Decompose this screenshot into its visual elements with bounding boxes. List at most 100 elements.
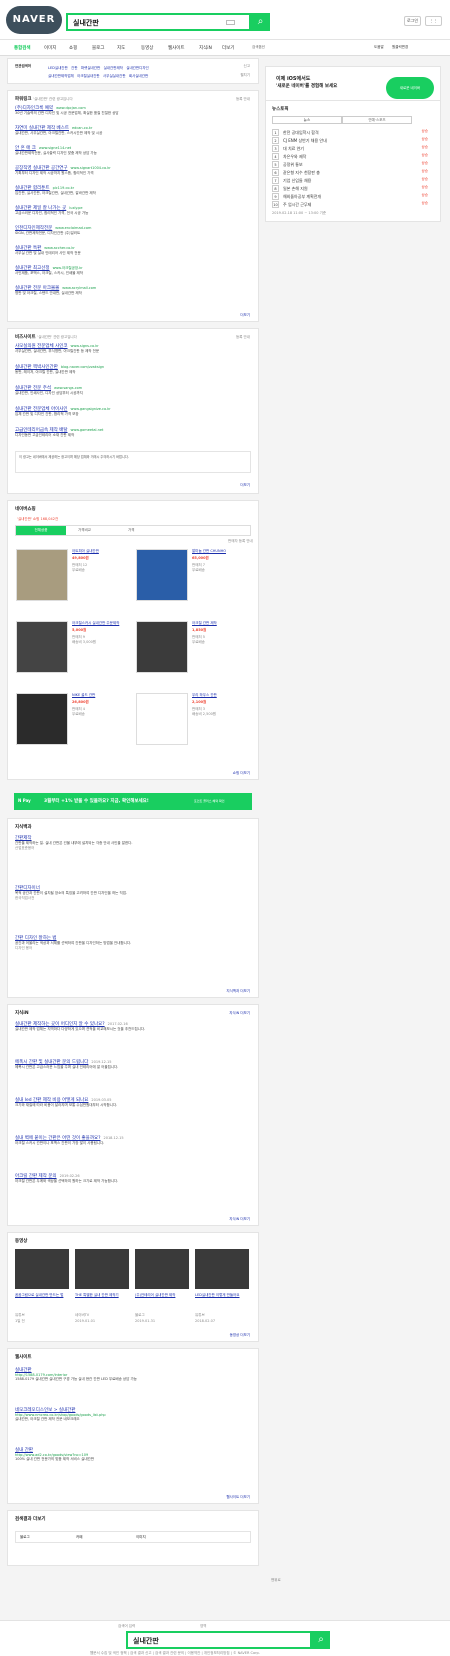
tab-price[interactable]: 가격 [128,528,134,533]
rank-item[interactable]: 7 기업 신입들 채용 상승 [272,177,432,185]
related-item[interactable]: LED실내간판 [48,66,68,70]
register-guide[interactable]: 등록 안내 [236,335,250,340]
video-title-link[interactable]: LED실내간판 이렇게 만들어요 [195,1293,249,1298]
one-click-link[interactable]: 원클릭변경 [392,45,408,50]
related-item[interactable]: 실내간판제작 [104,66,123,70]
video-title-link[interactable]: (주)안테리어 실내간판 제작 [135,1293,189,1298]
product-image[interactable] [136,693,188,745]
top-link[interactable]: 맨위로 [271,1578,281,1583]
related-item[interactable]: 사무실실내간판 [103,74,126,78]
product-image[interactable] [16,693,68,745]
news-tab[interactable]: 뉴스 [272,116,342,124]
footer-search-box[interactable]: 실내간판 [126,1631,312,1649]
sports-tab[interactable]: 연예·스포츠 [342,116,412,124]
ad-url[interactable]: www.sangs.com [54,386,82,390]
rank-item[interactable]: 8 일본 손해 지원 상승 [272,185,432,193]
ad-url[interactable]: www.accher.co.kr [44,246,75,250]
kin-more-top[interactable]: 지식iN 더보기 [229,1011,250,1016]
video-title-link[interactable]: 꼼꼼그림으로 실내간판 만드는 법 [15,1293,69,1298]
footer-search-button[interactable]: ⌕ [312,1631,330,1649]
footer-search-input[interactable]: 실내간판 [133,1636,159,1646]
report-link[interactable]: 신고 [244,64,250,69]
related-item[interactable]: 아크릴실내간판 [77,74,100,78]
ad-url[interactable]: www.gangsignize.co.kr [71,407,111,411]
product-image[interactable] [136,621,188,673]
tab-all-products[interactable]: 전체상품 [16,526,66,535]
product-image[interactable] [16,549,68,601]
related-item[interactable]: 간판 [71,66,77,70]
tab-kin[interactable]: 지식iN [199,45,212,51]
video-thumbnail[interactable] [135,1249,189,1289]
product-image[interactable] [136,549,188,601]
video-title-link[interactable]: THE 특별한 실내 간판 제작기 [75,1293,129,1298]
video-thumbnail[interactable] [195,1249,249,1289]
search-input[interactable]: 실내간판 [73,18,99,28]
tab-blog[interactable]: 블로그 [92,45,104,51]
menu-button[interactable]: ⋮⋮ [425,16,442,26]
ios-promo[interactable]: 이제 iOS에서도 '새로운 네이버'를 경험해 보세요 새로운 네이버 [265,66,441,104]
tab-shopping[interactable]: 쇼핑 [69,45,77,51]
rank-item[interactable]: 5 공정위 통보 상승 [272,161,432,169]
ad-url[interactable]: www.signart1004.co.kr [71,166,111,170]
footer-links[interactable]: 웹문서 수집 및 색인 정책 | 검색 결과 신고 | 검색 결과 관련 문의 … [90,1651,260,1656]
ad-url[interactable]: www.signe114.net [39,146,71,150]
tab-website[interactable]: 웹사이트 [168,45,185,51]
npay-banner[interactable]: N Pay 3월부터 +1% 받을 수 있을까요? 지금, 확인해보세요! 포인… [14,793,252,810]
powerlink-more[interactable]: 더보기 [240,313,250,318]
product-name[interactable]: 우리 하우스 간판 [192,693,252,698]
ad-url[interactable]: edcan.co.kr [72,126,92,130]
ad-url[interactable]: www.signs.co.kr [71,344,99,348]
naver-logo[interactable]: NAVER [6,6,62,34]
product-name[interactable]: 아크릴스카시 실내간판 주문제작 [72,621,132,626]
tab-price-compare[interactable]: 가격비교 [78,528,91,533]
search-button[interactable]: ⌕ [251,13,270,31]
rank-item[interactable]: 1 한전 공대입학시 합격 상승 [272,129,432,137]
ad-url[interactable]: pic119.co.kr [53,186,75,190]
video-more[interactable]: 동영상 더보기 [230,1333,250,1338]
product-name[interactable]: 아트피아 실내간판 [72,549,132,554]
ad-url[interactable]: www.아크릴공장.kr [53,266,83,270]
rank-item[interactable]: 6 같은형 지수 천장판 충 상승 [272,169,432,177]
knowledge-more[interactable]: 지식백과 더보기 [226,989,250,994]
keyboard-icon[interactable] [226,20,235,25]
tab-map[interactable]: 지도 [117,45,125,51]
product-name[interactable]: NIKE 골드 간판 [72,693,132,698]
ad-url[interactable]: www.dpcjan.com [56,106,86,110]
search-options[interactable]: 검색옵션 [252,45,265,50]
search-box[interactable]: 실내간판 [66,13,251,31]
help-link[interactable]: 도움말 [374,45,384,50]
tab-more[interactable]: 더보기 [222,45,234,51]
footer-scope[interactable]: 영역 [200,1624,206,1629]
kin-more[interactable]: 지식iN 더보기 [229,1217,250,1222]
ios-button[interactable]: 새로운 네이버 [386,77,434,99]
video-thumbnail[interactable] [75,1249,129,1289]
rank-item[interactable]: 3 대 치료 연기 상승 [272,145,432,153]
register-guide[interactable]: 등록 안내 [236,97,250,102]
more-image[interactable]: 이미지 [136,1535,146,1540]
tab-video[interactable]: 동영상 [141,45,153,51]
related-item[interactable]: 실내간판제작업체 [48,74,74,78]
tab-all[interactable]: 통합검색 [14,45,31,51]
rank-item[interactable]: 4 차은우와 제작 상승 [272,153,432,161]
shopping-more[interactable]: 쇼핑 더보기 [233,771,250,776]
rank-item[interactable]: 2 CJ ENM 상반기 채용 안내 상승 [272,137,432,145]
login-button[interactable]: 로그인 [404,16,421,26]
more-cafe[interactable]: 카페 [76,1535,82,1540]
rank-item[interactable]: 9 해외돌아공부 계획전개 상승 [272,193,432,201]
seller-guide[interactable]: 판매자 등록 안내 [228,539,253,544]
ad-url[interactable]: www.acrylmall.com [62,286,96,290]
product-image[interactable] [16,621,68,673]
related-item[interactable]: 실내간판디자인 [126,66,149,70]
bizsite-more[interactable]: 더보기 [240,483,250,488]
expand-toggle[interactable]: 펼치기 [240,73,250,78]
ad-url[interactable]: luxly.pe [69,206,82,210]
ad-url[interactable]: www.enclaimad.com [55,226,91,230]
video-thumbnail[interactable] [15,1249,69,1289]
related-item[interactable]: 회사실내간판 [129,74,148,78]
ad-url[interactable]: blog.naver.com/zzaksign [61,365,104,369]
rank-item[interactable]: 10 주 업시간 근무제 상승 [272,201,432,209]
product-name[interactable]: 알미늄 간판 CHUNHO [192,549,252,554]
website-more[interactable]: 웹사이트 더보기 [226,1495,250,1500]
ad-url[interactable]: www.gomeetal.net [71,428,104,432]
tab-images[interactable]: 이미지 [44,45,56,51]
